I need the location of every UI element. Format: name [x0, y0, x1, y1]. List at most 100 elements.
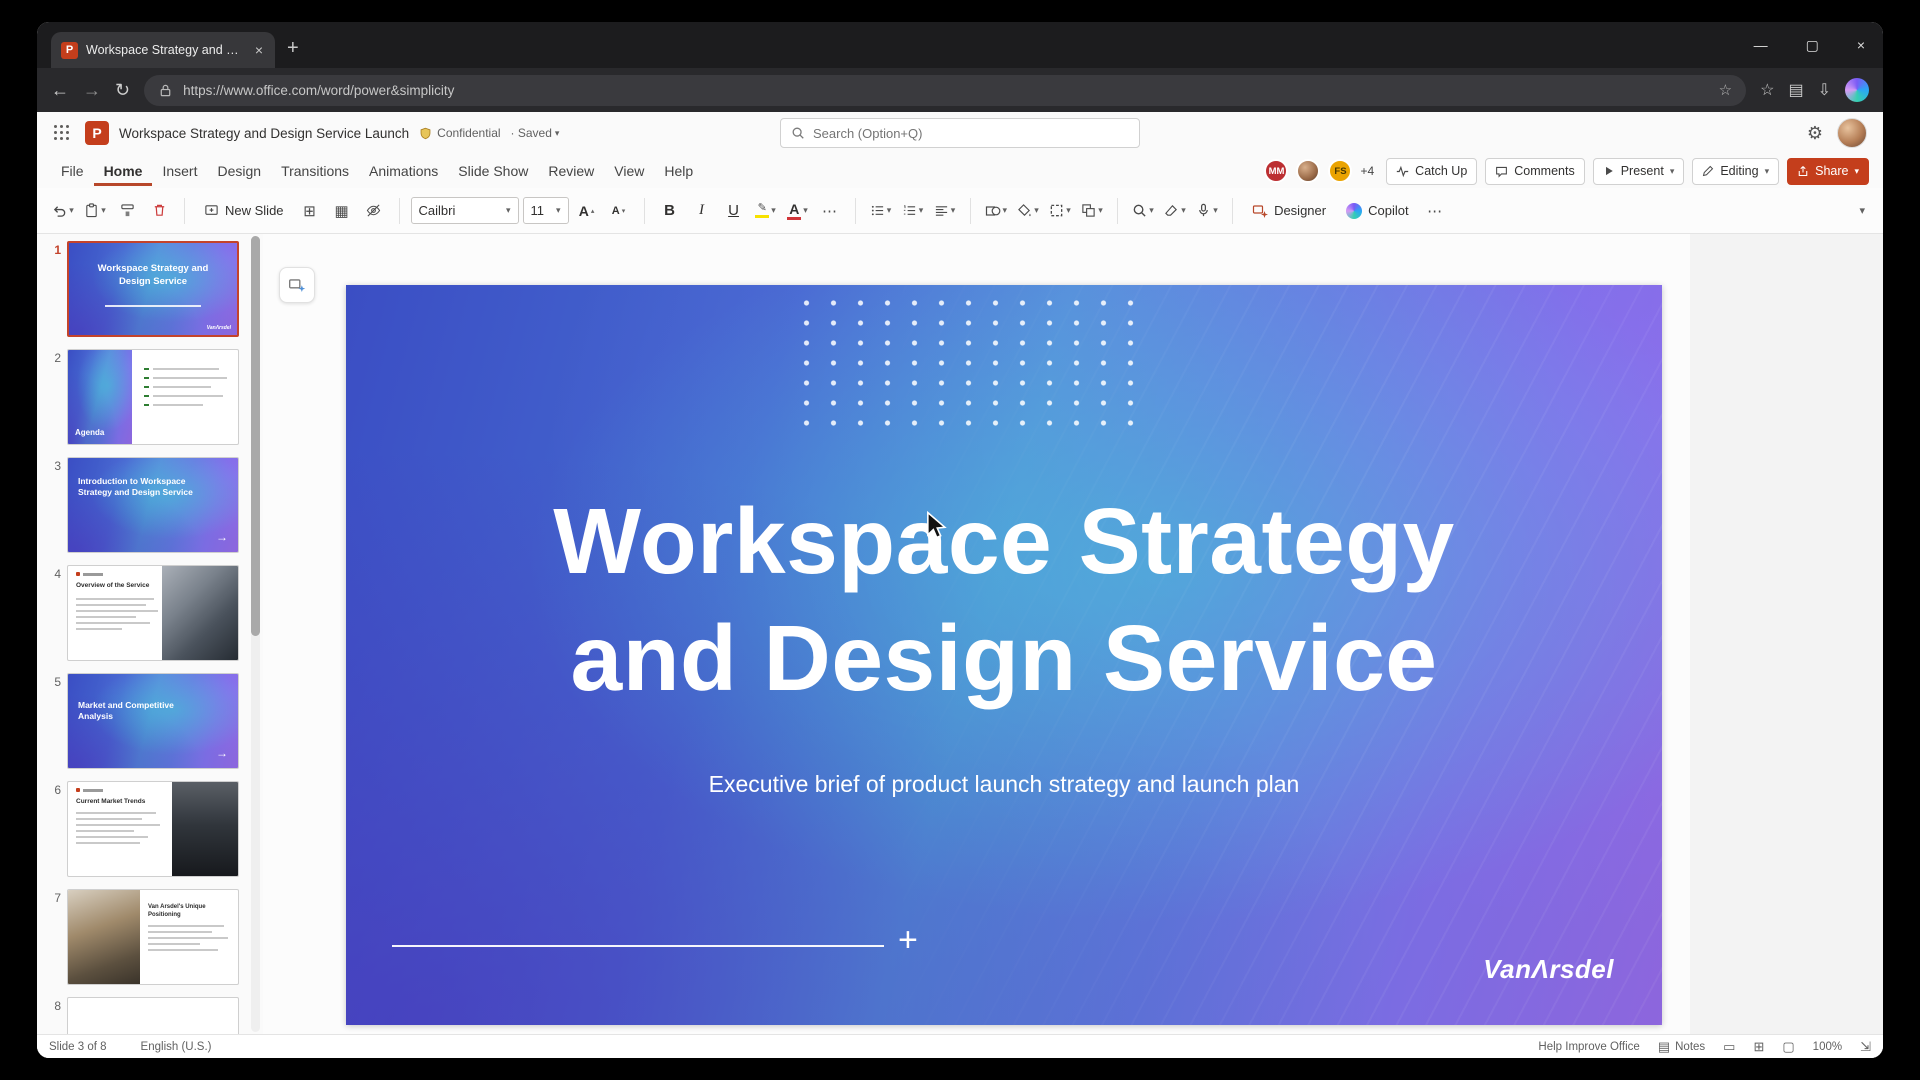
slide-thumbnail-6[interactable]: Current Market Trends [67, 781, 239, 877]
presence-overflow-count[interactable]: +4 [1360, 164, 1374, 178]
sensitivity-label[interactable]: Confidential [419, 126, 500, 140]
window-minimize-button[interactable]: — [1754, 37, 1768, 53]
powerpoint-app-icon[interactable]: P [85, 121, 109, 145]
editing-mode-button[interactable]: Editing ▾ [1692, 158, 1779, 185]
menu-insert[interactable]: Insert [152, 156, 207, 186]
slide-sorter-view-icon[interactable]: ⊞ [1753, 1039, 1764, 1055]
save-status[interactable]: · Saved ▾ [511, 126, 560, 140]
menu-animations[interactable]: Animations [359, 156, 448, 186]
comments-button[interactable]: Comments [1485, 158, 1584, 185]
share-button[interactable]: Share ▾ [1787, 158, 1869, 185]
office-search-box[interactable] [780, 118, 1140, 148]
panel-scrollbar-thumb[interactable] [251, 236, 260, 636]
hide-slide-button[interactable] [360, 196, 388, 226]
underline-button[interactable]: U [720, 196, 748, 226]
presence-avatar-photo[interactable] [1296, 159, 1320, 183]
slideshow-view-icon[interactable]: ▢ [1782, 1039, 1794, 1055]
menu-home[interactable]: Home [94, 156, 153, 186]
slide-thumbnail-3[interactable]: Introduction to Workspace Strategy and D… [67, 457, 239, 553]
window-close-button[interactable]: × [1857, 37, 1865, 53]
ribbon-collapse-icon[interactable]: ▾ [1859, 204, 1871, 217]
downloads-icon[interactable]: ⇩ [1818, 80, 1831, 100]
present-button[interactable]: Present ▾ [1593, 158, 1685, 185]
editing-canvas[interactable]: Workspace Strategy and Design Service Ex… [263, 234, 1883, 1034]
dictate-button[interactable]: ▾ [1193, 196, 1221, 226]
slide-thumbnail-4[interactable]: Overview of the Service [67, 565, 239, 661]
menu-help[interactable]: Help [654, 156, 703, 186]
numbering-button[interactable]: ▾ [899, 196, 927, 226]
help-improve-office-button[interactable]: Help Improve Office [1538, 1041, 1639, 1053]
new-slide-button[interactable]: New Slide [196, 196, 292, 226]
search-input[interactable] [813, 126, 1129, 141]
tab-close-icon[interactable]: × [253, 42, 265, 58]
reload-button[interactable]: ↻ [115, 80, 130, 101]
menu-view[interactable]: View [604, 156, 654, 186]
grow-font-button[interactable]: A▴ [573, 196, 601, 226]
slide-title-textbox[interactable]: Workspace Strategy and Design Service [346, 483, 1662, 717]
designer-suggestion-button[interactable] [279, 267, 315, 303]
font-color-button[interactable]: A ▾ [784, 196, 812, 226]
favorites-icon[interactable]: ☆ [1760, 80, 1774, 100]
back-button[interactable]: ← [51, 80, 69, 101]
notes-toggle[interactable]: ▤ Notes [1658, 1039, 1705, 1055]
slide-canvas[interactable]: Workspace Strategy and Design Service Ex… [346, 285, 1662, 1025]
ribbon-overflow-button[interactable]: ⋯ [1421, 196, 1449, 226]
italic-button[interactable]: I [688, 196, 716, 226]
bookmark-star-icon[interactable]: ☆ [1719, 81, 1732, 99]
slide-thumbnail-1[interactable]: Workspace Strategy and Design Service Va… [67, 241, 239, 337]
address-bar[interactable]: ☆ [144, 75, 1746, 106]
delete-button[interactable] [145, 196, 173, 226]
slide-thumbnail-7[interactable]: Van Arsdel's Unique Positioning [67, 889, 239, 985]
thumb-title: Current Market Trends [76, 798, 164, 806]
shape-outline-button[interactable]: ▾ [1046, 196, 1074, 226]
format-painter-button[interactable] [113, 196, 141, 226]
fit-to-window-icon[interactable]: ⇲ [1860, 1039, 1871, 1055]
more-font-options-button[interactable]: ⋯ [816, 196, 844, 226]
arrange-button[interactable]: ▾ [1078, 196, 1106, 226]
app-launcher-waffle-icon[interactable] [53, 124, 71, 142]
settings-gear-icon[interactable]: ⚙ [1807, 123, 1823, 144]
reuse-slides-button[interactable]: ▦ [328, 196, 356, 226]
menu-file[interactable]: File [51, 156, 94, 186]
account-avatar[interactable] [1837, 118, 1867, 148]
menu-review[interactable]: Review [538, 156, 604, 186]
bold-button[interactable]: B [656, 196, 684, 226]
align-button[interactable]: ▾ [931, 196, 959, 226]
slide-layout-button[interactable]: ⊞ [296, 196, 324, 226]
browser-tab[interactable]: P Workspace Strategy and Des... × [51, 32, 275, 68]
slide-subtitle-textbox[interactable]: Executive brief of product launch strate… [346, 771, 1662, 798]
url-input[interactable] [183, 83, 1709, 98]
site-info-lock-icon[interactable] [158, 83, 173, 98]
presence-avatar-fs[interactable]: FS [1328, 159, 1352, 183]
presence-avatar-mm[interactable]: MM [1264, 159, 1288, 183]
paste-button[interactable]: ▾ [81, 196, 109, 226]
language-selector[interactable]: English (U.S.) [141, 1041, 212, 1053]
shrink-font-button[interactable]: A▾ [605, 196, 633, 226]
font-size-select[interactable]: 11▾ [523, 197, 569, 224]
menu-design[interactable]: Design [207, 156, 271, 186]
catch-up-button[interactable]: Catch Up [1386, 158, 1477, 185]
slide-thumbnail-2[interactable]: Agenda [67, 349, 239, 445]
zoom-level[interactable]: 100% [1813, 1041, 1842, 1053]
menu-slide-show[interactable]: Slide Show [448, 156, 538, 186]
normal-view-icon[interactable]: ▭ [1723, 1039, 1735, 1055]
font-name-select[interactable]: Cailbri▾ [411, 197, 519, 224]
window-maximize-button[interactable]: ▢ [1806, 37, 1819, 54]
browser-copilot-icon[interactable] [1845, 78, 1869, 102]
slide-thumbnail-8[interactable] [67, 997, 239, 1034]
shape-fill-button[interactable]: ▾ [1014, 196, 1042, 226]
clear-formatting-button[interactable]: ▾ [1161, 196, 1189, 226]
slide-indicator[interactable]: Slide 3 of 8 [49, 1041, 107, 1053]
shapes-button[interactable]: ▾ [982, 196, 1011, 226]
highlight-color-button[interactable]: ✎ ▾ [752, 196, 780, 226]
designer-button[interactable]: Designer [1244, 196, 1334, 226]
slide-thumbnail-5[interactable]: Market and Competitive Analysis → [67, 673, 239, 769]
menu-transitions[interactable]: Transitions [271, 156, 359, 186]
forward-button[interactable]: → [83, 80, 101, 101]
bullets-button[interactable]: ▾ [867, 196, 895, 226]
collections-icon[interactable]: ▤ [1788, 80, 1803, 100]
copilot-button[interactable]: Copilot [1338, 196, 1416, 226]
new-tab-button[interactable]: + [287, 37, 299, 60]
undo-button[interactable]: ▾ [49, 196, 77, 226]
find-button[interactable]: ▾ [1129, 196, 1157, 226]
